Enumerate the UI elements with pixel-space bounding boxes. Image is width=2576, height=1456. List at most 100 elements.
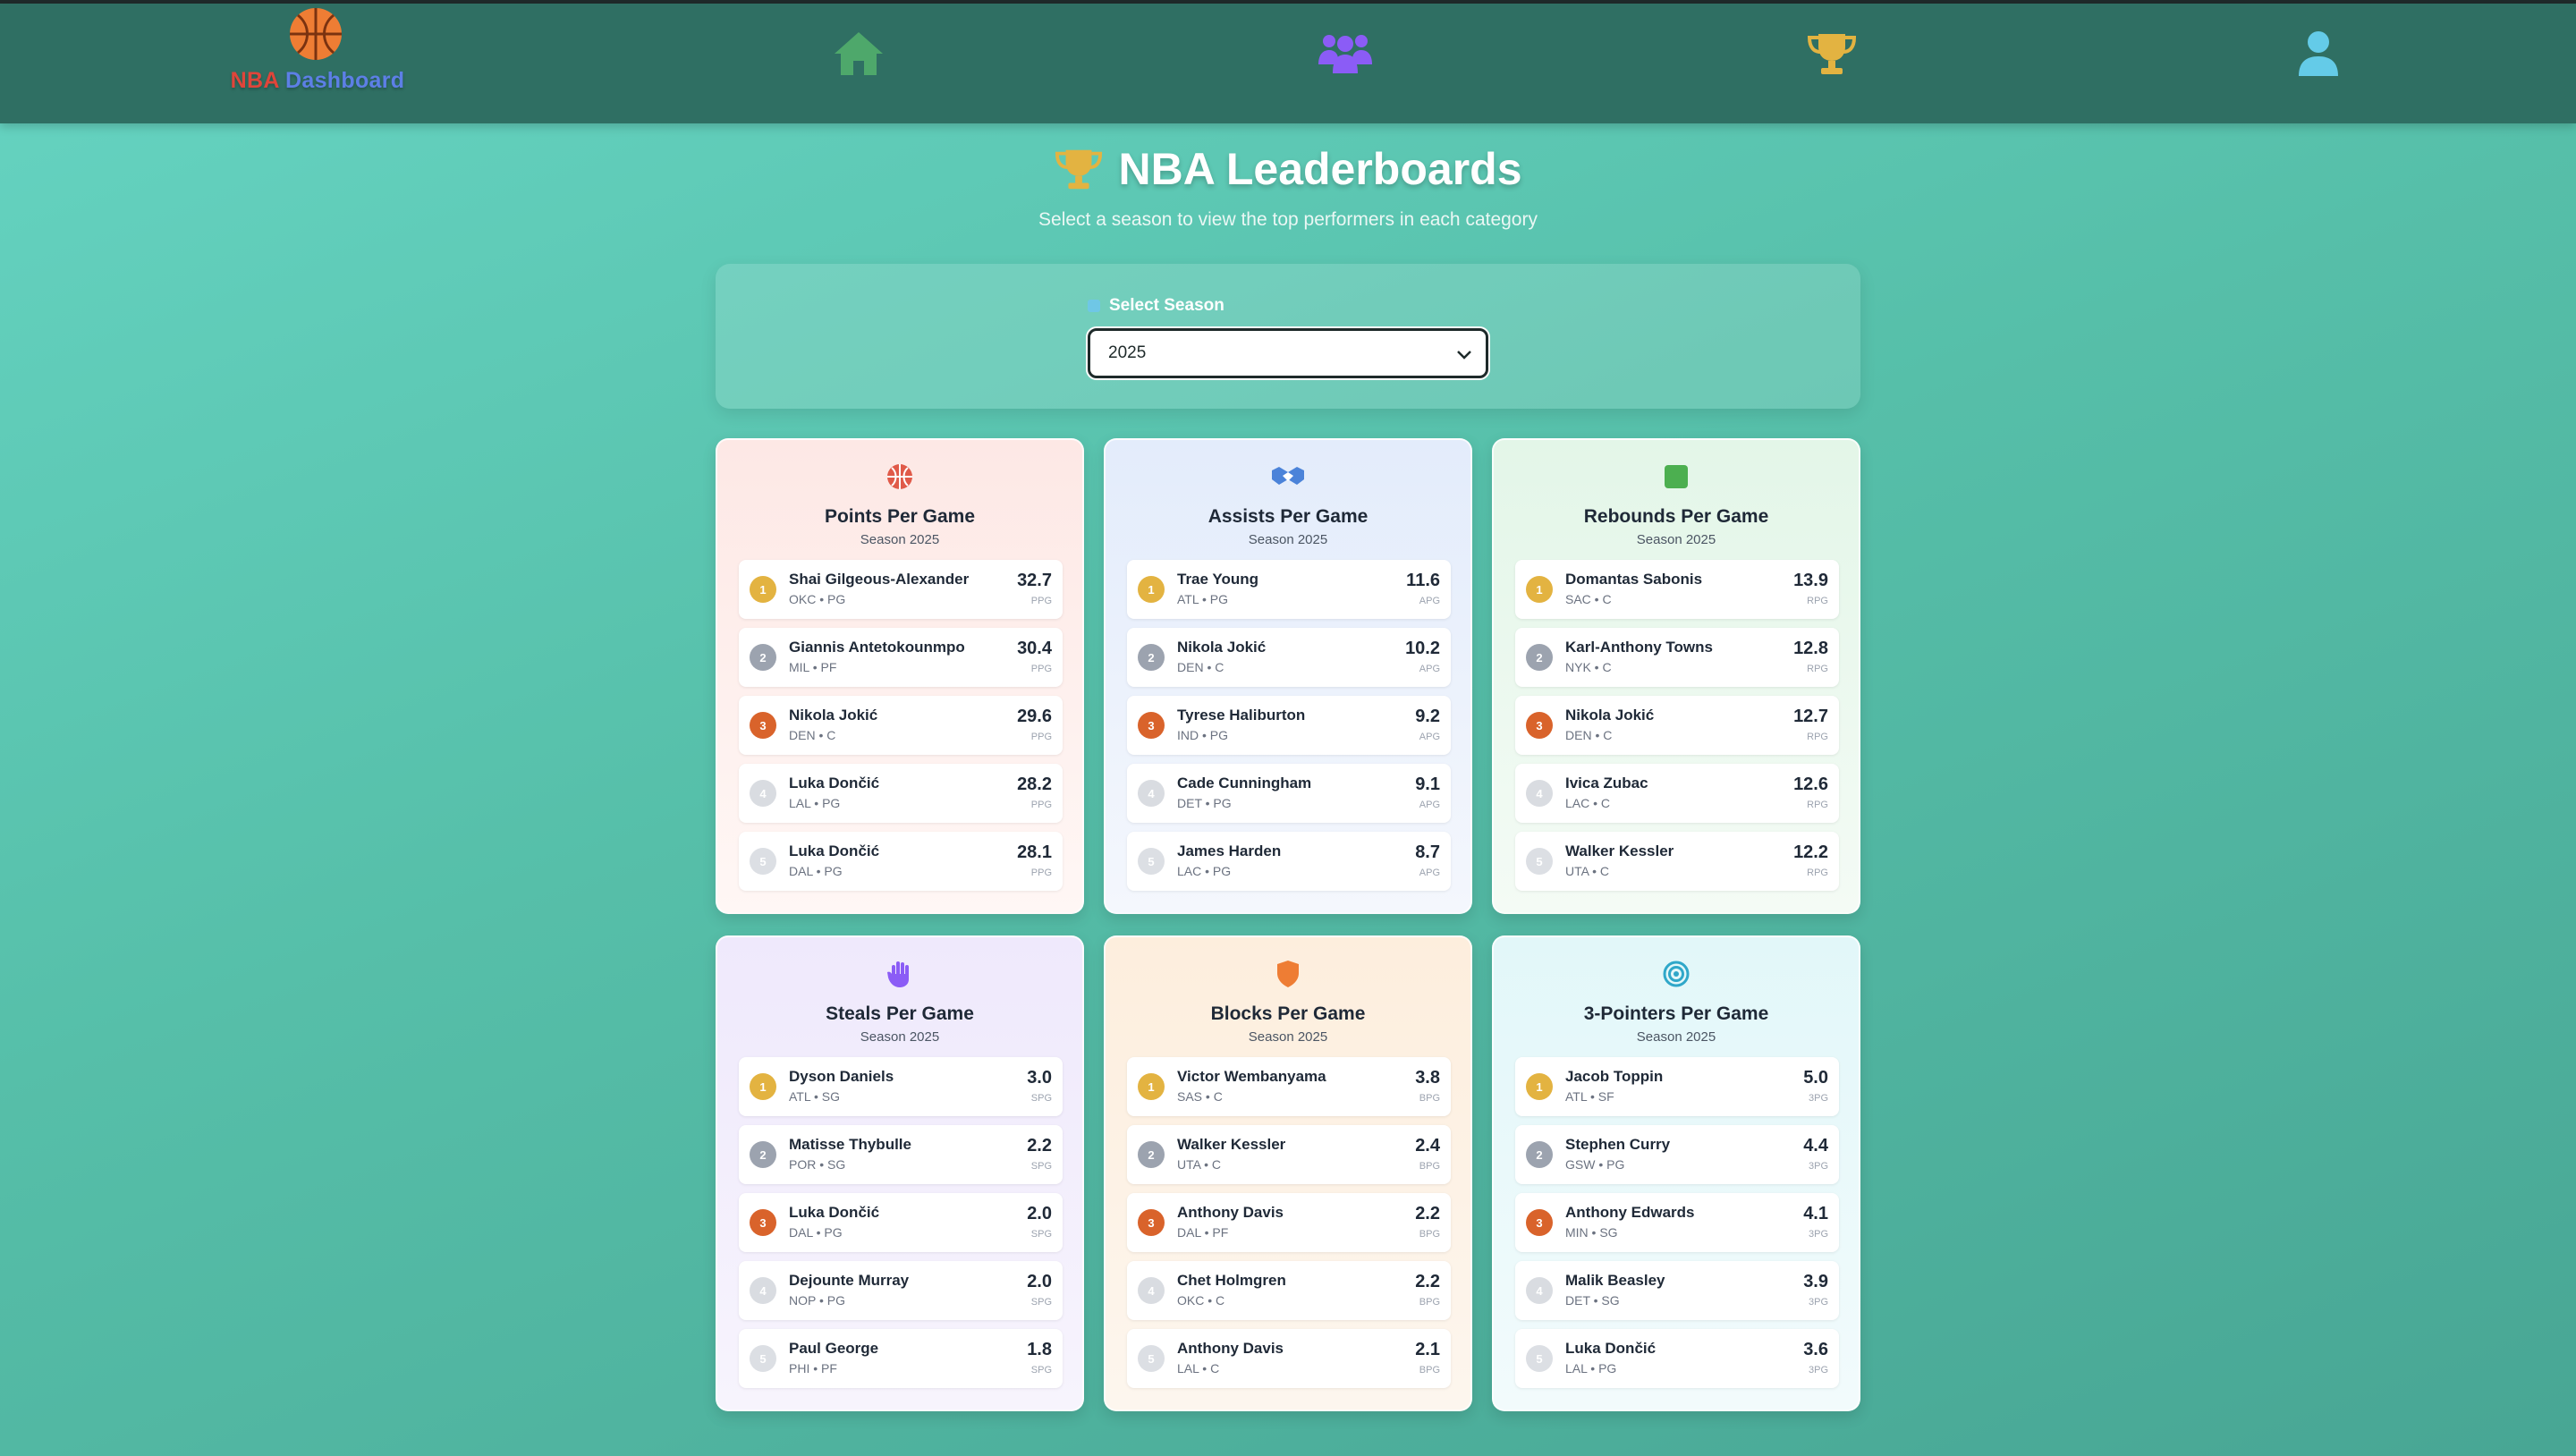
player-name: Anthony Davis [1177,1340,1284,1357]
stat-value: 28.2 [1017,775,1052,794]
leader-row[interactable]: 2 Walker Kessler UTA • C 2.4 BPG [1127,1125,1451,1184]
leader-row[interactable]: 3 Tyrese Haliburton IND • PG 9.2 APG [1127,696,1451,755]
leader-row[interactable]: 4 Ivica Zubac LAC • C 12.6 RPG [1515,764,1839,823]
leader-row[interactable]: 1 Domantas Sabonis SAC • C 13.9 RPG [1515,560,1839,619]
card-title: Rebounds Per Game [1583,506,1769,527]
leader-row[interactable]: 1 Dyson Daniels ATL • SG 3.0 SPG [739,1057,1063,1116]
stat-value: 12.7 [1793,707,1828,726]
player-name: Walker Kessler [1565,842,1674,859]
leader-row[interactable]: 5 Luka Dončić LAL • PG 3.6 3PG [1515,1329,1839,1388]
leader-row[interactable]: 1 Jacob Toppin ATL • SF 5.0 3PG [1515,1057,1839,1116]
stat-value: 11.6 [1406,571,1440,590]
rank-badge: 4 [1138,780,1165,807]
stat-unit: APG [1419,732,1440,742]
player-name: Luka Dončić [789,775,880,791]
leader-list: 1 Shai Gilgeous-Alexander OKC • PG 32.7 PPG 2… [739,560,1063,900]
leader-row[interactable]: 4 Dejounte Murray NOP • PG 2.0 SPG [739,1261,1063,1320]
player-name: James Harden [1177,842,1282,859]
brand-nba: NBA [230,68,279,93]
stat-value: 32.7 [1017,571,1052,590]
card-season: Season 2025 [1248,532,1328,547]
hand-icon [887,961,909,987]
leader-row[interactable]: 2 Giannis Antetokounmpo MIL • PF 30.4 PPG [739,628,1063,687]
player-name: Shai Gilgeous-Alexander [789,571,970,588]
nav-leaderboards[interactable] [1803,29,1860,79]
leader-row[interactable]: 2 Matisse Thybulle POR • SG 2.2 SPG [739,1125,1063,1184]
player-team-position: LAC • C [1565,796,1611,810]
user-icon [2299,31,2338,76]
rank-badge: 4 [750,780,776,807]
player-team-position: GSW • PG [1565,1157,1625,1172]
leader-row[interactable]: 2 Karl-Anthony Towns NYK • C 12.8 RPG [1515,628,1839,687]
season-selector-panel: Select Season 2025 [716,264,1860,409]
stat-unit: SPG [1030,1297,1052,1308]
leader-row[interactable]: 5 Walker Kessler UTA • C 12.2 RPG [1515,832,1839,891]
leader-row[interactable]: 1 Victor Wembanyama SAS • C 3.8 BPG [1127,1057,1451,1116]
leader-row[interactable]: 2 Nikola Jokić DEN • C 10.2 APG [1127,628,1451,687]
stat-value: 8.7 [1415,842,1440,862]
leader-row[interactable]: 5 Anthony Davis LAL • C 2.1 BPG [1127,1329,1451,1388]
player-name: Walker Kessler [1177,1136,1286,1153]
leader-row[interactable]: 3 Luka Dončić DAL • PG 2.0 SPG [739,1193,1063,1252]
leader-row[interactable]: 4 Luka Dončić LAL • PG 28.2 PPG [739,764,1063,823]
player-name: Giannis Antetokounmpo [789,639,965,656]
player-name: Trae Young [1177,571,1259,588]
leader-row[interactable]: 3 Nikola Jokić DEN • C 12.7 RPG [1515,696,1839,755]
handshake-icon [1272,467,1304,485]
rank-badge: 5 [1526,848,1553,875]
rank-badge: 5 [1138,848,1165,875]
brand-dashboard: Dashboard [285,68,405,93]
nav-profile[interactable] [2290,29,2347,79]
season-select[interactable]: 2025 [1088,328,1488,378]
card-steals: Steals Per Game Season 2025 1 Dyson Danie… [716,935,1084,1411]
player-name: Matisse Thybulle [789,1136,911,1153]
leader-row[interactable]: 5 James Harden LAC • PG 8.7 APG [1127,832,1451,891]
trophy-icon [1807,34,1857,74]
leader-row[interactable]: 4 Malik Beasley DET • SG 3.9 3PG [1515,1261,1839,1320]
player-team-position: DAL • PG [789,864,843,878]
player-name: Luka Dončić [789,1204,880,1221]
stat-unit: 3PG [1808,1229,1828,1240]
player-team-position: ATL • PG [1177,592,1229,606]
leader-row[interactable]: 4 Chet Holmgren OKC • C 2.2 BPG [1127,1261,1451,1320]
leader-row[interactable]: 2 Stephen Curry GSW • PG 4.4 3PG [1515,1125,1839,1184]
leader-row[interactable]: 3 Nikola Jokić DEN • C 29.6 PPG [739,696,1063,755]
leader-row[interactable]: 1 Shai Gilgeous-Alexander OKC • PG 32.7 PPG [739,560,1063,619]
rank-badge: 4 [1138,1277,1165,1304]
stat-unit: 3PG [1808,1161,1828,1172]
rank-badge: 1 [750,1073,776,1100]
card-season: Season 2025 [1248,1029,1328,1045]
stat-unit: SPG [1030,1161,1052,1172]
leader-row[interactable]: 1 Trae Young ATL • PG 11.6 APG [1127,560,1451,619]
nav-home[interactable] [830,29,887,79]
leader-row[interactable]: 5 Luka Dončić DAL • PG 28.1 PPG [739,832,1063,891]
rank-badge: 1 [750,576,776,603]
player-name: Dyson Daniels [789,1068,894,1085]
player-team-position: DEN • C [1177,660,1224,674]
player-team-position: ATL • SF [1565,1089,1614,1104]
player-team-position: POR • SG [789,1157,846,1172]
leader-row[interactable]: 3 Anthony Davis DAL • PF 2.2 BPG [1127,1193,1451,1252]
card-season: Season 2025 [1636,532,1716,547]
card-title: Blocks Per Game [1210,1003,1366,1024]
target-icon [1663,961,1690,987]
stat-value: 3.0 [1027,1068,1052,1088]
stat-unit: RPG [1807,868,1828,878]
nav-teams[interactable] [1317,29,1374,79]
player-name: Nikola Jokić [1177,639,1267,656]
brand-logo[interactable]: NBA Dashboard [228,4,407,102]
player-team-position: OKC • C [1177,1293,1225,1308]
rank-badge: 2 [1138,644,1165,671]
leader-row[interactable]: 4 Cade Cunningham DET • PG 9.1 APG [1127,764,1451,823]
stat-unit: SPG [1030,1229,1052,1240]
card-season: Season 2025 [1636,1029,1716,1045]
player-name: Anthony Davis [1177,1204,1284,1221]
player-name: Cade Cunningham [1177,775,1312,791]
stat-unit: PPG [1030,868,1052,878]
leader-row[interactable]: 3 Anthony Edwards MIN • SG 4.1 3PG [1515,1193,1839,1252]
player-team-position: UTA • C [1565,864,1609,878]
leader-row[interactable]: 5 Paul George PHI • PF 1.8 SPG [739,1329,1063,1388]
season-select-value: 2025 [1108,343,1147,362]
leader-list: 1 Domantas Sabonis SAC • C 13.9 RPG 2 Karl-Ant… [1515,560,1839,900]
stat-value: 2.0 [1027,1204,1052,1223]
